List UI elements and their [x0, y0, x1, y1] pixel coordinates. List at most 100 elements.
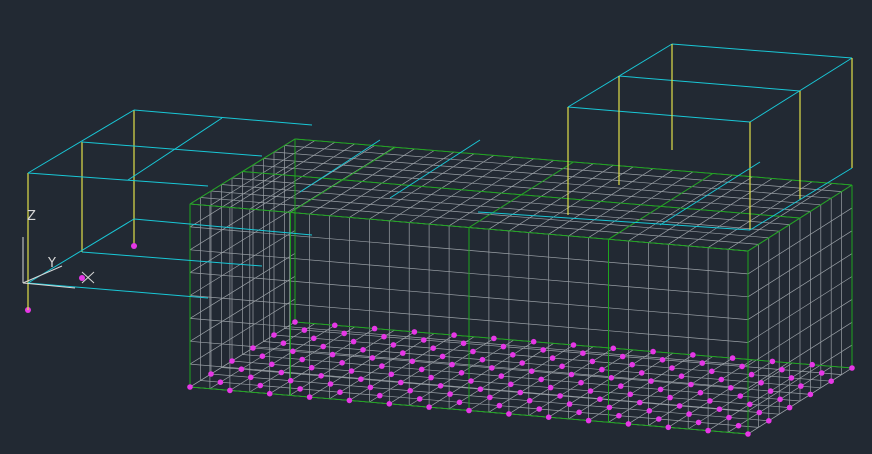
boundary-line — [242, 171, 801, 219]
support-node — [449, 361, 455, 368]
support-node — [557, 393, 563, 399]
support-node — [500, 343, 507, 350]
beam — [671, 43, 853, 59]
support-node — [418, 366, 425, 373]
support-node — [568, 371, 575, 378]
support-node — [407, 387, 414, 394]
support-node — [697, 389, 704, 396]
support-node — [266, 390, 273, 397]
support-node — [339, 360, 345, 366]
support-node — [308, 364, 315, 371]
support-node — [416, 396, 423, 402]
support-node — [625, 421, 632, 427]
support-node — [489, 365, 495, 371]
support-node — [735, 422, 742, 429]
support-node — [695, 419, 702, 426]
support-node — [659, 357, 666, 363]
support-node — [526, 397, 533, 404]
support-node — [229, 358, 235, 364]
support-node — [530, 338, 537, 345]
support-node — [320, 343, 327, 350]
support-node — [411, 329, 418, 335]
support-node — [545, 414, 552, 421]
support-node — [428, 374, 434, 381]
beam — [27, 172, 209, 187]
support-node — [257, 382, 264, 389]
support-node — [739, 363, 745, 370]
support-node — [849, 365, 855, 371]
support-node — [250, 345, 256, 351]
support-node — [566, 401, 573, 407]
support-node — [667, 394, 673, 401]
beam — [81, 141, 263, 157]
support-node — [458, 370, 465, 376]
beam — [127, 117, 223, 181]
support-node — [798, 383, 804, 389]
support-node — [306, 394, 313, 400]
support-node — [447, 391, 453, 397]
support-node — [686, 411, 692, 417]
support-node — [610, 345, 617, 352]
support-node — [779, 366, 785, 373]
beam — [133, 218, 313, 236]
support-node — [650, 348, 656, 355]
support-node — [646, 408, 653, 414]
support-node — [278, 369, 285, 376]
support-node — [547, 384, 554, 391]
support-node — [576, 409, 582, 416]
support-node — [748, 371, 755, 378]
support-node — [638, 370, 645, 376]
support-node — [729, 355, 736, 361]
support-node — [327, 381, 334, 387]
support-node — [430, 345, 437, 352]
support-node — [439, 353, 446, 360]
support-node — [665, 424, 672, 431]
support-node — [517, 389, 524, 396]
support-node — [705, 427, 711, 434]
support-node — [737, 393, 744, 399]
support-node — [688, 381, 694, 388]
support-node — [456, 399, 463, 406]
support-node — [248, 374, 254, 381]
beam — [749, 167, 853, 231]
support-node — [716, 406, 723, 413]
beam — [749, 57, 853, 123]
model-viewport[interactable] — [0, 0, 872, 450]
support-node — [409, 358, 416, 365]
support-node — [398, 379, 404, 386]
support-node — [619, 353, 626, 360]
support-node — [388, 371, 395, 378]
support-node — [318, 373, 324, 379]
support-node — [371, 325, 378, 332]
support-node — [629, 361, 635, 368]
support-node — [358, 376, 364, 383]
support-node — [747, 401, 753, 408]
support-node — [332, 322, 338, 329]
support-node — [519, 360, 525, 366]
support-node — [699, 360, 706, 366]
support-node — [690, 352, 696, 358]
beam — [389, 139, 481, 199]
beam — [567, 106, 751, 123]
left-frame-structure — [25, 109, 313, 313]
support-node — [745, 431, 751, 437]
support-node — [269, 361, 275, 368]
support-node — [400, 350, 406, 356]
support-node — [386, 401, 393, 407]
support-node — [350, 338, 357, 345]
support-node — [807, 391, 814, 398]
beam — [618, 75, 801, 92]
support-node — [369, 355, 376, 361]
support-node — [709, 368, 715, 375]
support-node — [777, 396, 783, 403]
support-node — [346, 397, 353, 404]
support-node — [299, 356, 306, 363]
support-node — [466, 407, 472, 414]
support-node — [648, 378, 654, 384]
support-node — [528, 368, 535, 375]
support-node — [788, 375, 795, 381]
support-node — [756, 409, 763, 416]
support-node — [627, 391, 634, 398]
support-node — [479, 356, 486, 363]
beam — [133, 109, 313, 126]
